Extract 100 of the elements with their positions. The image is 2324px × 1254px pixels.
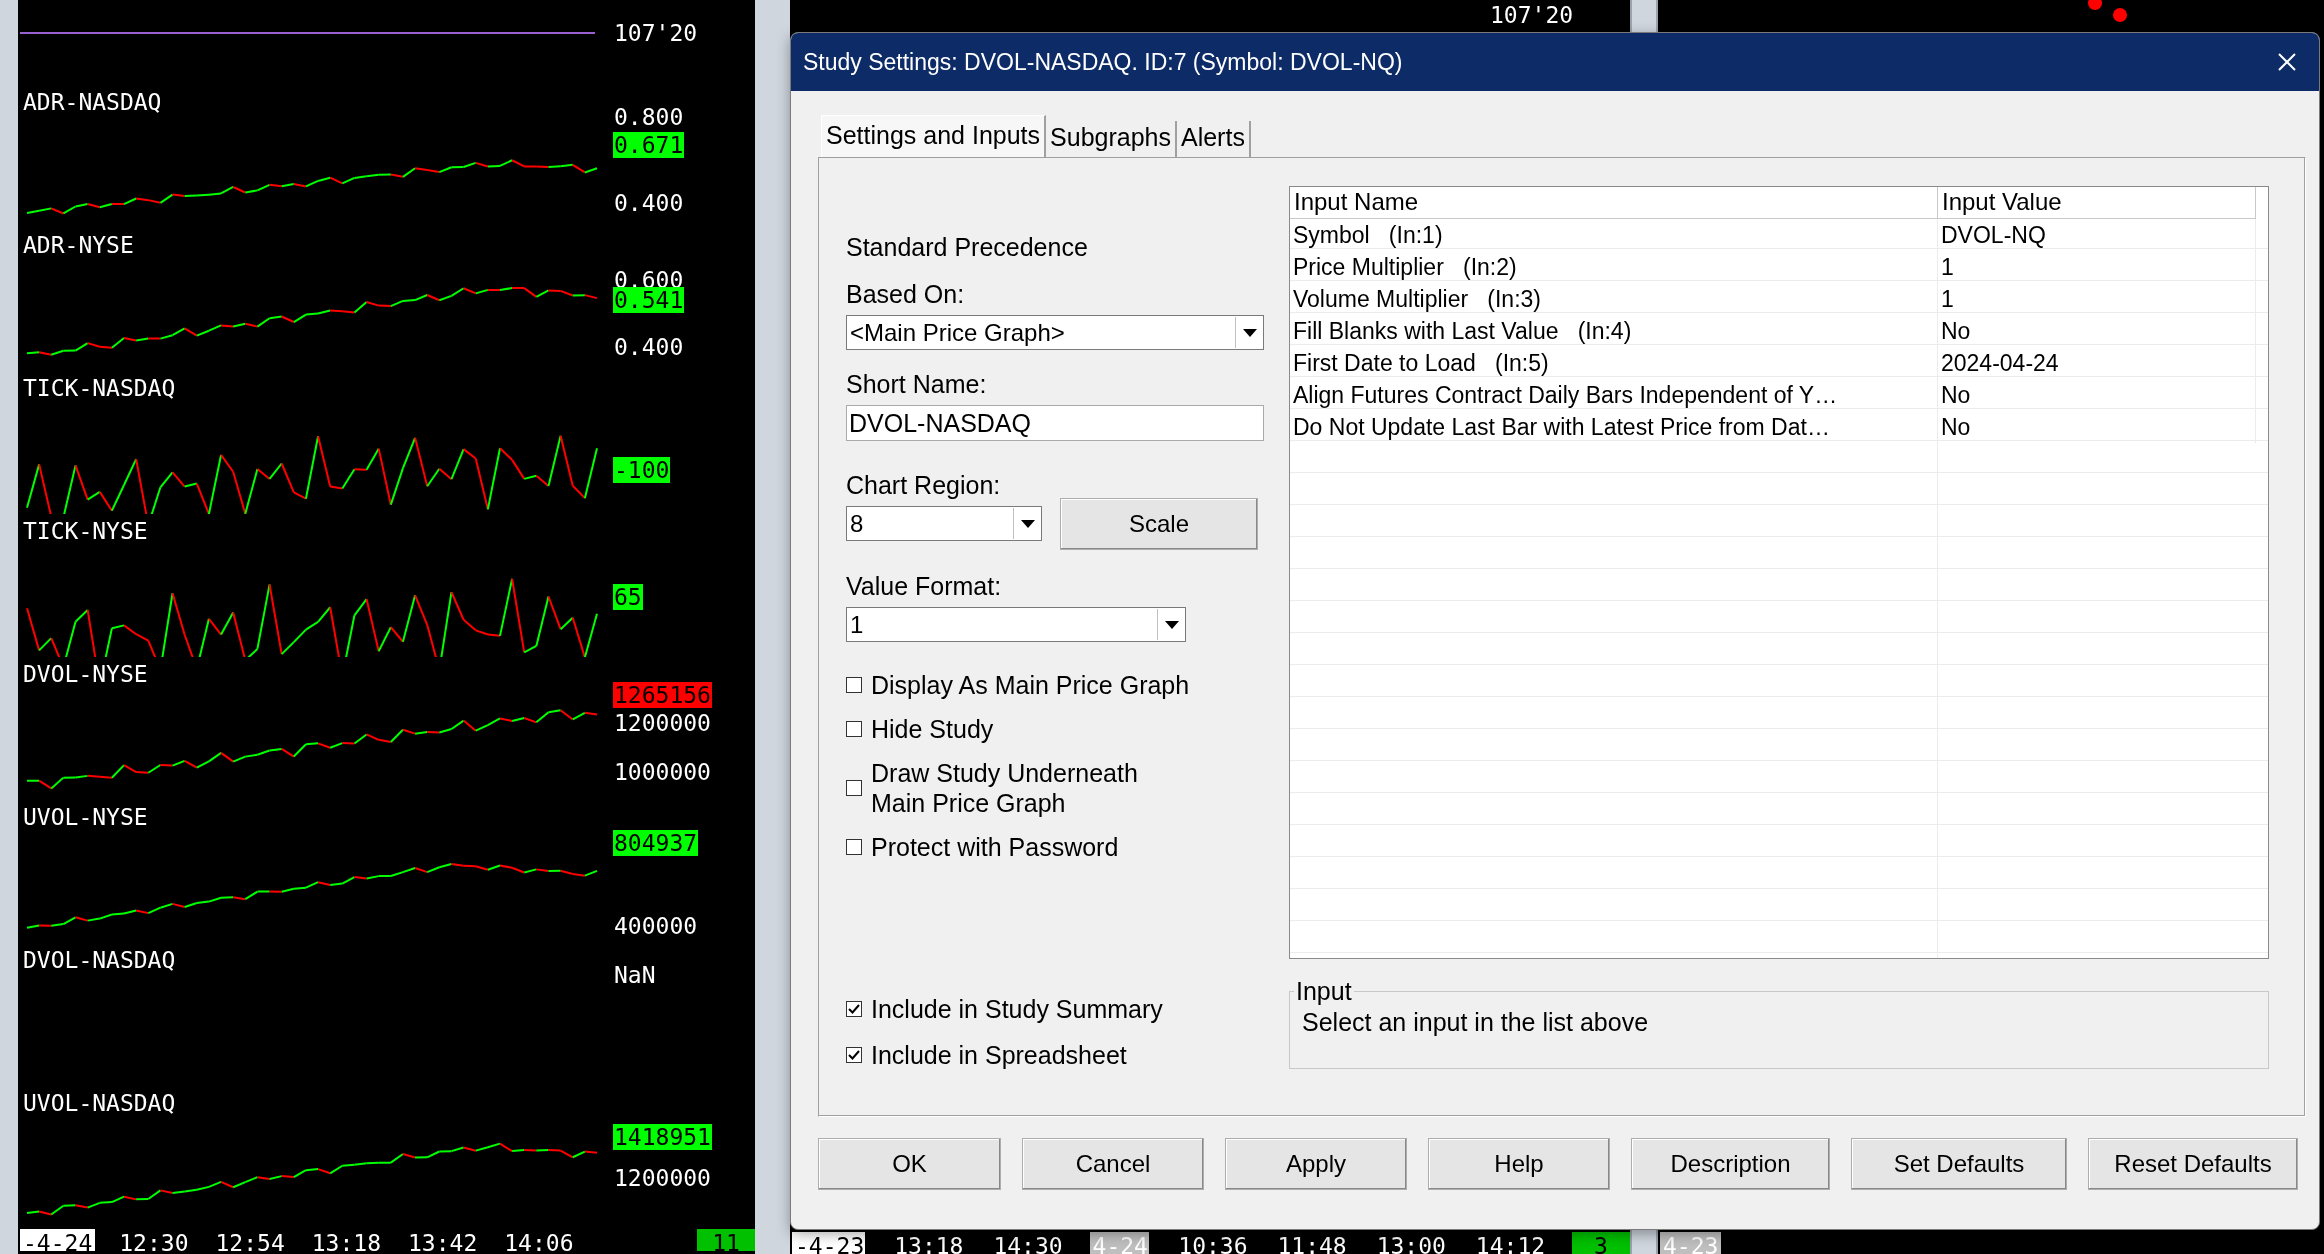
time-label: 13:18 (310, 1229, 382, 1251)
time-label: 13:18 (893, 1232, 965, 1254)
table-row[interactable]: First Date to Load (In:5) 2024-04-24 (1290, 347, 2268, 379)
tab[interactable]: Subgraphs (1046, 121, 1177, 157)
checkbox-label: Include in Study Summary (871, 994, 1163, 1024)
table-cell: Align Futures Contract Daily Bars Independent of Y… (1290, 379, 1938, 411)
checkbox[interactable] (846, 780, 862, 796)
axis-value: NaN (613, 962, 657, 988)
marker-icon (2113, 8, 2127, 22)
study-label: TICK-NYSE (23, 518, 148, 544)
checkbox[interactable] (846, 677, 862, 693)
hint-text: Select an input in the list above (1302, 1008, 1650, 1037)
table-row[interactable]: Volume Multiplier (In:3) 1 (1290, 283, 2268, 315)
tab[interactable]: Alerts (1177, 121, 1251, 157)
table-row[interactable]: Align Futures Contract Daily Bars Independent of Y… No (1290, 379, 2268, 411)
input-field[interactable]: DVOL-NASDAQ (846, 405, 1264, 441)
field-label: Based On: (846, 280, 966, 309)
checkbox-label: Display As Main Price Graph (871, 670, 1190, 700)
last-value-badge: 1418951 (613, 1124, 712, 1150)
time-label: 13:00 (1375, 1232, 1447, 1254)
dropdown[interactable]: <Main Price Graph> (846, 315, 1264, 350)
study-label: UVOL-NASDAQ (23, 1090, 176, 1116)
field-label: Value Format: (846, 572, 1003, 601)
time-label: 12:30 (118, 1229, 190, 1251)
bar-count: 11 (697, 1229, 755, 1251)
marker-icon (2088, 0, 2102, 10)
study-label: UVOL-NYSE (23, 804, 148, 830)
study-label: DVOL-NASDAQ (23, 947, 176, 973)
checkbox-label: Hide Study (871, 714, 994, 744)
table-cell: First Date to Load (In:5) (1290, 347, 1938, 379)
dropdown[interactable]: 8 (846, 506, 1042, 541)
checkbox-label: Draw Study Underneath Main Price Graph (871, 758, 1138, 818)
scale-button[interactable]: Scale (1060, 498, 1258, 550)
window-title: Study Settings: DVOL-NASDAQ. ID:7 (Symbol: DVOL-NQ) (803, 48, 1404, 76)
column-header[interactable]: Input Name (1290, 187, 1938, 219)
last-value-badge: 0.671 (613, 132, 685, 158)
study-label: DVOL-NYSE (23, 661, 148, 687)
dialog-button[interactable]: Set Defaults (1851, 1138, 2067, 1190)
column-header[interactable]: Input Value (1938, 187, 2256, 219)
time-label: 14:30 (992, 1232, 1064, 1254)
dialog-button[interactable]: Reset Defaults (2088, 1138, 2298, 1190)
axis-value: 0.800 (613, 104, 685, 130)
checkbox[interactable] (846, 1001, 862, 1017)
table-cell: 2024-04-24 (1938, 347, 2256, 379)
dropdown-arrow-icon (1020, 519, 1035, 528)
table-row[interactable]: Do Not Update Last Bar with Latest Price from Dat… No (1290, 411, 2268, 443)
table-cell: Volume Multiplier (In:3) (1290, 283, 1938, 315)
axis-value: 107'20 (1490, 2, 1574, 28)
table-cell: Fill Blanks with Last Value (In:4) (1290, 315, 1938, 347)
time-label: 14:12 (1474, 1232, 1547, 1254)
dialog-button[interactable]: OK (818, 1138, 1001, 1190)
time-label: 4-23 (1660, 1232, 1722, 1254)
table-cell: Symbol (In:1) (1290, 219, 1938, 251)
dialog-button[interactable]: Help (1428, 1138, 1610, 1190)
time-label: 13:42 (407, 1229, 479, 1251)
bar-count: 3 (1572, 1232, 1630, 1254)
checkbox[interactable] (846, 839, 862, 855)
axis-value: 107'20 (613, 20, 699, 46)
dialog-button[interactable]: Cancel (1022, 1138, 1204, 1190)
time-label: -4-24 (20, 1229, 96, 1251)
axis-value: 0.400 (613, 334, 685, 360)
study-label: ADR-NASDAQ (23, 89, 162, 115)
axis-value: 400000 (613, 913, 699, 939)
table-row[interactable]: Price Multiplier (In:2) 1 (1290, 251, 2268, 283)
last-value-badge: 1265156 (613, 682, 712, 708)
field-label: Chart Region: (846, 471, 1002, 500)
group-title: Input (1295, 977, 1353, 1006)
table-cell: No (1938, 411, 2256, 443)
field-label: Short Name: (846, 370, 988, 399)
last-value-badge: 804937 (613, 830, 699, 856)
last-value-badge: 0.541 (613, 287, 685, 313)
time-label: 4-24 (1089, 1232, 1150, 1254)
checkbox-label: Include in Spreadsheet (871, 1040, 1127, 1070)
last-value-badge: -100 (613, 457, 671, 483)
time-label: 10:36 (1177, 1232, 1249, 1254)
section-heading: Standard Precedence (846, 233, 1089, 262)
study-label: ADR-NYSE (23, 232, 134, 258)
axis-value: 0.400 (613, 190, 685, 216)
tab[interactable]: Settings and Inputs (821, 115, 1047, 157)
table-row[interactable]: Fill Blanks with Last Value (In:4) No (1290, 315, 2268, 347)
axis-value: 1200000 (613, 1165, 712, 1191)
dialog-button[interactable]: Description (1631, 1138, 1830, 1190)
table-cell: 1 (1938, 251, 2256, 283)
last-value-badge: 65 (613, 584, 643, 610)
time-label: 11:48 (1276, 1232, 1348, 1254)
dropdown[interactable]: 1 (846, 607, 1186, 642)
axis-value: 1200000 (613, 710, 712, 736)
study-label: TICK-NASDAQ (23, 375, 176, 401)
table-row[interactable]: Symbol (In:1) DVOL-NQ (1290, 219, 2268, 251)
checkbox[interactable] (846, 721, 862, 737)
close-icon (2277, 52, 2297, 72)
table-cell: Do Not Update Last Bar with Latest Price from Dat… (1290, 411, 1938, 443)
checkbox[interactable] (846, 1047, 862, 1063)
table-cell: No (1938, 315, 2256, 347)
dialog-button[interactable]: Apply (1225, 1138, 1407, 1190)
time-label: 12:54 (214, 1229, 286, 1251)
time-label: 14:06 (503, 1229, 575, 1251)
dropdown-arrow-icon (1242, 328, 1257, 337)
table-cell: DVOL-NQ (1938, 219, 2256, 251)
axis-value: 1000000 (613, 759, 712, 785)
